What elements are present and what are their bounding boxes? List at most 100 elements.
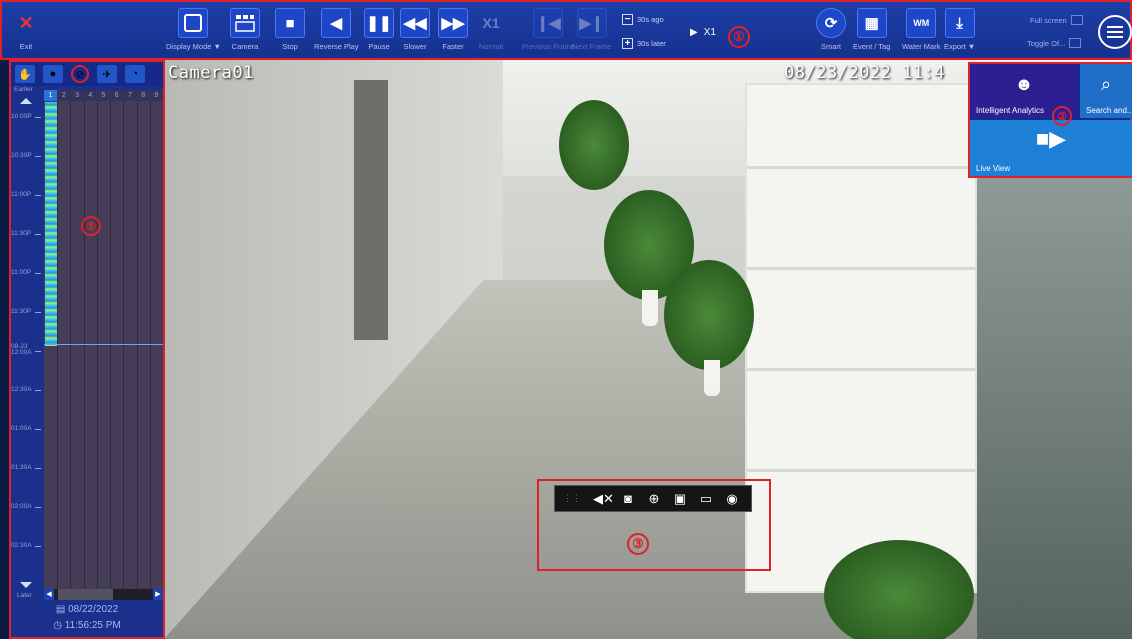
timeline-gridline xyxy=(57,101,59,598)
slower-label: Slower xyxy=(403,42,427,51)
mute-icon[interactable]: ◀✕ xyxy=(593,491,614,507)
time-tick xyxy=(35,390,41,391)
time-tick xyxy=(35,312,41,313)
fast-forward-icon: ▶▶ xyxy=(438,8,468,38)
normal-label: Normal xyxy=(478,42,504,51)
scroll-right-icon[interactable]: ▶ xyxy=(153,589,163,600)
camera-grid-icon xyxy=(230,8,260,38)
channel-header-cell[interactable]: 1 xyxy=(44,90,58,101)
watermark-icon: WM xyxy=(906,8,937,38)
callout-2: ② xyxy=(1052,106,1072,126)
plus-icon: + xyxy=(622,38,633,49)
event-tag-icon: ▦ xyxy=(856,8,887,38)
zoom-icon[interactable]: ⊕ xyxy=(645,491,663,507)
channel-header-cell[interactable]: 4 xyxy=(84,90,97,101)
skip-back-button[interactable]: − 30s ago xyxy=(622,14,664,25)
channel-header-cell[interactable]: 3 xyxy=(70,90,83,101)
toggle-label: Toggle Of... xyxy=(1027,38,1066,48)
skip-forward-label: 30s later xyxy=(637,39,666,48)
time-tick xyxy=(35,546,41,547)
scene-pot xyxy=(704,360,720,396)
intelligent-icon[interactable]: ✈ xyxy=(97,65,117,83)
scene-plant xyxy=(824,540,974,639)
faster-button[interactable]: ▶▶ Faster xyxy=(438,8,468,51)
timeline-gridline xyxy=(96,101,98,598)
channel-header-cell[interactable]: 2 xyxy=(57,90,70,101)
current-time[interactable]: ◷ 11:56:25 PM xyxy=(11,620,163,631)
snapshot-icon[interactable]: ◙ xyxy=(619,491,637,506)
search-tile[interactable]: ⌕ Search and... xyxy=(1080,64,1132,118)
scroll-left-icon[interactable]: ◀ xyxy=(44,589,54,600)
alarm-icon[interactable]: ● xyxy=(43,65,63,83)
timeline-gridline xyxy=(70,101,72,598)
bookmark-icon[interactable]: ▣ xyxy=(671,491,689,507)
pause-button[interactable]: ❚❚ Pause xyxy=(364,8,394,51)
time-tick xyxy=(35,273,41,274)
time-tick xyxy=(35,351,41,352)
channel-header-cell[interactable]: 7 xyxy=(123,90,136,101)
speed-badge: X1 xyxy=(482,15,500,31)
time-label: 08-23 12:00A xyxy=(11,343,32,356)
motion-icon[interactable]: ✋ xyxy=(15,65,35,83)
timeline-panel: ✋ ● ⊘ ✈ ◔ Earlier 10:00P 10:30P 11:00P 11:3… xyxy=(9,60,165,639)
timeline-hscroll[interactable]: ◀ ▶ xyxy=(44,589,163,600)
schedule-icon[interactable]: ◔ xyxy=(125,65,145,83)
event-tag-button[interactable]: ▦ Event / Tag xyxy=(853,8,890,51)
camera-label: Camera xyxy=(231,42,259,51)
scene-glass xyxy=(977,175,1132,639)
timeline-gridline xyxy=(136,101,138,598)
smart-button[interactable]: ⟳ Smart xyxy=(816,8,846,51)
pause-label: Pause xyxy=(368,42,390,51)
callout-1: ① xyxy=(728,26,750,48)
skip-forward-button[interactable]: + 30s later xyxy=(622,38,666,49)
stop-button[interactable]: ■ Stop xyxy=(275,8,305,51)
channel-header-cell[interactable]: 6 xyxy=(110,90,123,101)
toggle-off-button[interactable]: Toggle Of... xyxy=(1027,38,1082,48)
toggle-icon xyxy=(1069,38,1082,48)
channel-header-cell[interactable]: 5 xyxy=(97,90,110,101)
timeline-grid[interactable] xyxy=(44,90,163,600)
scroll-thumb[interactable] xyxy=(58,589,113,600)
time-label: 11:30P xyxy=(11,230,32,237)
time-tick xyxy=(35,234,41,235)
normal-speed-button[interactable]: X1 Normal xyxy=(476,8,506,51)
download-icon: ⤓ xyxy=(944,8,975,38)
current-date[interactable]: ▤ 08/22/2022 xyxy=(11,604,163,615)
main-menu-button[interactable] xyxy=(1098,15,1132,49)
exit-label: Exit xyxy=(19,42,33,51)
drag-handle-icon[interactable]: ⋮⋮ xyxy=(563,493,581,504)
channel-header-cell[interactable]: 9 xyxy=(150,90,163,101)
hamburger-icon-bar xyxy=(1107,26,1123,28)
scroll-up-icon[interactable] xyxy=(20,98,32,104)
time-tick xyxy=(35,195,41,196)
timeline-cursor[interactable] xyxy=(44,344,163,345)
manual-icon[interactable]: ⊘ xyxy=(71,65,89,83)
event-tag-label: Event / Tag xyxy=(853,42,891,51)
fullscreen-toggle[interactable]: Full screen xyxy=(1030,15,1083,25)
hamburger-icon-bar xyxy=(1107,31,1123,33)
later-label: Later xyxy=(17,592,32,599)
camera-button[interactable]: Camera xyxy=(230,8,260,51)
speed-indicator: ▶ X1 xyxy=(690,27,716,38)
prev-frame-button[interactable]: ❙◀ Previous Frame xyxy=(522,8,575,51)
more-icon[interactable]: ◉ xyxy=(723,491,741,507)
watermark-button[interactable]: WM Water Mark xyxy=(902,8,940,51)
slower-button[interactable]: ◀◀ Slower xyxy=(400,8,430,51)
export-button[interactable]: ⤓ Export ▼ xyxy=(944,8,975,51)
faster-label: Faster xyxy=(442,42,464,51)
reverse-play-button[interactable]: ◀ Reverse Play xyxy=(314,8,359,51)
channel-header: 123456789 xyxy=(44,90,163,101)
display-mode-button[interactable]: Display Mode ▼ xyxy=(166,8,221,51)
time-label: 01:00A xyxy=(11,425,32,432)
smart-label: Smart xyxy=(820,42,841,51)
clip-icon[interactable]: ▭ xyxy=(697,491,715,507)
live-view-tile[interactable]: ■▶ Live View xyxy=(970,120,1132,176)
pause-icon: ❚❚ xyxy=(364,8,394,38)
next-frame-label: Next Frame xyxy=(572,42,612,51)
next-frame-button[interactable]: ▶❙ Next Frame xyxy=(572,8,611,51)
playback-window: Camera01 08/23/2022 11:4 ✕ Exit Display … xyxy=(0,0,1132,639)
scroll-down-icon[interactable] xyxy=(20,582,32,588)
exit-button[interactable]: ✕ Exit xyxy=(11,8,41,52)
recording-segment[interactable] xyxy=(45,102,57,346)
channel-header-cell[interactable]: 8 xyxy=(137,90,150,101)
